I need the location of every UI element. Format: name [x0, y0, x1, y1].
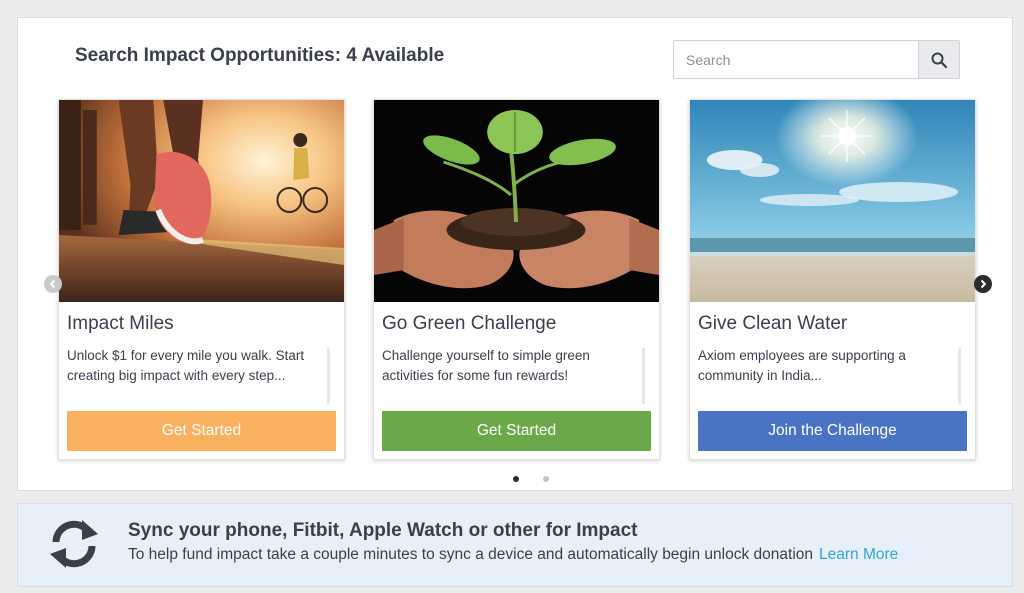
seedling-in-hands-image — [374, 100, 659, 302]
card-title: Impact Miles — [67, 313, 174, 334]
carousel-next-button[interactable] — [974, 275, 992, 293]
learn-more-link[interactable]: Learn More — [819, 546, 898, 563]
card-title: Give Clean Water — [698, 313, 848, 334]
chevron-left-icon — [49, 279, 56, 289]
carousel-prev-button[interactable] — [44, 275, 62, 293]
search-button[interactable] — [918, 41, 959, 78]
sunny-beach-image — [690, 100, 975, 302]
opportunity-card-go-green[interactable]: Go Green Challenge Challenge yourself to… — [373, 99, 660, 460]
description-scrollbar[interactable] — [642, 348, 645, 404]
card-description: Axiom employees are supporting a communi… — [698, 348, 906, 383]
card-description: Unlock $1 for every mile you walk. Start… — [67, 348, 305, 383]
sync-banner: Sync your phone, Fitbit, Apple Watch or … — [17, 503, 1013, 587]
carousel-dot[interactable] — [543, 476, 549, 482]
join-challenge-button[interactable]: Join the Challenge — [698, 411, 967, 451]
opportunities-panel: Search Impact Opportunities: 4 Available — [17, 17, 1013, 491]
description-scrollbar[interactable] — [327, 348, 330, 404]
runner-sunset-image — [59, 100, 344, 302]
sync-icon — [50, 520, 98, 568]
search-box — [673, 40, 960, 79]
page-title: Search Impact Opportunities: 4 Available — [75, 45, 445, 66]
search-input[interactable] — [674, 41, 918, 78]
card-title: Go Green Challenge — [382, 313, 557, 334]
sync-title: Sync your phone, Fitbit, Apple Watch or … — [128, 520, 638, 541]
sync-description-text: To help fund impact take a couple minute… — [128, 546, 814, 563]
get-started-button[interactable]: Get Started — [382, 411, 651, 451]
opportunity-card-clean-water[interactable]: Give Clean Water Axiom employees are sup… — [689, 99, 976, 460]
card-description: Challenge yourself to simple green activ… — [382, 348, 590, 383]
sync-description: To help fund impact take a couple minute… — [128, 546, 898, 564]
search-icon — [931, 52, 947, 68]
get-started-button[interactable]: Get Started — [67, 411, 336, 451]
carousel-dot-active[interactable] — [513, 476, 519, 482]
chevron-right-icon — [980, 279, 987, 289]
description-scrollbar[interactable] — [958, 348, 961, 404]
opportunity-card-impact-miles[interactable]: Impact Miles Unlock $1 for every mile yo… — [58, 99, 345, 460]
